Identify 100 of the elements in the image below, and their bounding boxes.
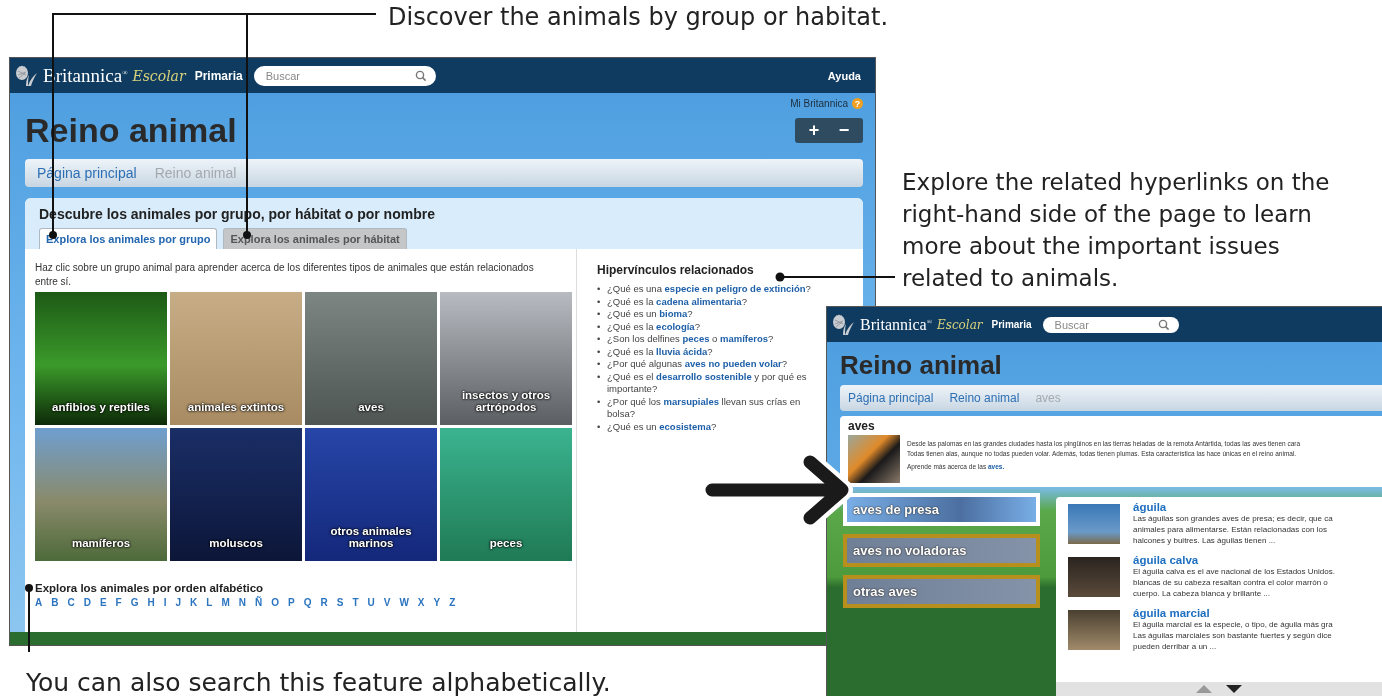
bullet-mark: • — [597, 320, 602, 333]
letter-link[interactable]: B — [51, 597, 59, 608]
letter-link[interactable]: P — [288, 597, 295, 608]
link[interactable]: lluvia ácida — [656, 345, 708, 357]
animal-group-tile[interactable]: anfibios y reptiles — [35, 292, 167, 425]
related-question: ¿Qué es la lluvia ácida? — [607, 345, 713, 358]
breadcrumb-link[interactable]: Página principal — [848, 391, 934, 405]
bullet-mark: • — [597, 370, 602, 384]
alphabet-heading: Explora los animales por orden alfabético — [35, 582, 265, 594]
animal-group-tile[interactable]: moluscos — [170, 428, 302, 561]
letter-link[interactable]: A — [35, 597, 43, 608]
bullet-mark: • — [597, 345, 602, 358]
letter-link[interactable]: U — [367, 597, 375, 608]
page-title: Reino animal — [840, 350, 1003, 381]
bullet-mark: • — [597, 358, 602, 371]
section-heading: aves — [848, 419, 876, 433]
letter-link[interactable]: G — [130, 597, 139, 608]
letter-link[interactable]: Z — [449, 597, 456, 608]
letter-link[interactable]: I — [163, 597, 167, 608]
result-description: El águila calva es el ave nacional de los Estados Unidos. blancas de su cabeza resaltan contra el color marrón o cuerpo. La cabeza blanca y brillante ... — [1133, 566, 1335, 599]
letter-link[interactable]: C — [67, 597, 75, 608]
letter-link[interactable]: E — [99, 597, 107, 608]
photo-placeholder — [1068, 504, 1120, 544]
link[interactable]: bioma — [659, 308, 688, 319]
link[interactable]: mamíferos — [720, 333, 769, 344]
link[interactable]: peces — [682, 333, 710, 344]
result-description: El águila marcial es la especie, o tipo, de águila más gra Las águilas marciales son bastante fuertes y según dice pueden derribar a un ... — [1133, 619, 1333, 652]
letter-link[interactable]: M — [221, 597, 230, 608]
zoom-button[interactable]: + — [801, 120, 827, 141]
letter-link[interactable]: V — [383, 597, 391, 608]
letter-link[interactable]: Y — [433, 597, 441, 608]
search-field[interactable]: Buscar — [253, 65, 436, 86]
scroll-down-icon[interactable] — [1226, 685, 1242, 693]
bullet-mark: • — [597, 420, 602, 433]
result-description: Las águilas son grandes aves de presa; es decir, que ca animales para alimentarse. Están relacionadas con los halcones y buitres. Las águilas tienen ... — [1133, 513, 1333, 546]
photo-placeholder — [848, 435, 900, 483]
link[interactable]: cadena alimentaria — [656, 295, 742, 307]
letter-link[interactable]: D — [83, 597, 91, 608]
account-link[interactable]: Mi Britannica — [790, 98, 848, 109]
related-question: ¿Por qué los marsupiales llevan sus crías en bolsa? — [607, 395, 802, 421]
search-field[interactable]: Buscar — [1042, 316, 1179, 333]
related-question: ¿Son los delfines peces o mamíferos? — [607, 333, 774, 346]
tab[interactable]: Explora los animales por hábitat — [223, 228, 407, 249]
category-button[interactable]: aves no voladoras — [843, 534, 1040, 567]
related-question: ¿Qué es la ecología? — [607, 320, 700, 333]
letter-link[interactable]: H — [147, 597, 155, 608]
animal-group-tile[interactable]: insectos y otros artrópodos — [440, 292, 572, 425]
link[interactable]: ecología — [656, 320, 695, 332]
brand-logo-text[interactable]: Britannica$^{®}$ — [860, 315, 932, 334]
tab[interactable]: Explora los animales por grupo — [39, 228, 218, 249]
search-icon[interactable] — [414, 69, 427, 82]
callout-text: Discover the animals by group or habitat. — [388, 2, 890, 33]
link[interactable]: marsupiales — [663, 395, 719, 407]
letter-link[interactable]: W — [399, 597, 409, 608]
letter-link[interactable]: J — [175, 597, 182, 608]
related-heading: Hipervínculos relacionados — [597, 263, 755, 277]
letter-link[interactable]: O — [271, 597, 279, 608]
category-button[interactable]: otras aves — [843, 575, 1040, 608]
related-question: ¿Qué es la cadena alimentaria? — [607, 295, 747, 308]
animal-group-tile[interactable]: otros animales marinos — [305, 428, 437, 561]
related-question: ¿Qué es el desarrollo sostenible y por qué es importante? — [607, 370, 808, 396]
breadcrumb-link[interactable]: Reino animal — [949, 391, 1020, 405]
thistle-logo-icon — [831, 312, 855, 337]
level-label: Primaria — [991, 319, 1032, 330]
search-icon[interactable] — [1157, 318, 1170, 331]
link[interactable]: aves no pueden volar — [684, 358, 782, 369]
letter-link[interactable]: K — [190, 597, 198, 608]
help-link[interactable]: Ayuda — [827, 69, 861, 82]
letter-link[interactable]: L — [206, 597, 213, 608]
bullet-mark: • — [597, 333, 602, 346]
link[interactable]: desarrollo sostenible — [656, 370, 752, 382]
zoom-button[interactable]: − — [831, 120, 857, 141]
link[interactable]: ecosistema — [659, 420, 712, 432]
related-question: ¿Qué es un bioma? — [607, 308, 693, 321]
edition-logo-text: Escolar — [936, 317, 983, 332]
animal-group-tile[interactable]: animales extintos — [170, 292, 302, 425]
callout-text: Explore the related hyperlinks on the right-hand side of the page to learn more about the important issues related to animals. — [902, 168, 1331, 293]
animal-group-tile[interactable]: mamíferos — [35, 428, 167, 561]
link[interactable]: especie en peligro de extinción — [664, 283, 806, 294]
letter-link[interactable]: R — [320, 597, 328, 608]
letter-link[interactable]: T — [352, 597, 359, 608]
letter-link[interactable]: X — [417, 597, 425, 608]
letter-link[interactable]: N — [238, 597, 246, 608]
letter-link[interactable]: Ñ — [255, 597, 263, 608]
letter-link[interactable]: F — [115, 597, 122, 608]
animal-group-tile[interactable]: peces — [440, 428, 572, 561]
bullet-mark: • — [597, 395, 602, 409]
related-question: ¿Por qué algunas aves no pueden volar? — [607, 358, 788, 371]
category-button[interactable]: aves de presa — [843, 493, 1040, 526]
animal-group-tile[interactable]: aves — [305, 292, 437, 425]
result-title-link[interactable]: águila — [1133, 501, 1333, 513]
result-title-link[interactable]: águila marcial — [1133, 607, 1333, 619]
result-title-link[interactable]: águila calva — [1133, 554, 1335, 566]
level-label: Primaria — [194, 68, 243, 83]
related-question: ¿Qué es un ecosistema? — [607, 420, 717, 433]
photo-placeholder — [1068, 557, 1120, 597]
bullet-mark: • — [597, 283, 602, 296]
letter-link[interactable]: S — [336, 597, 344, 608]
bullet-mark: • — [597, 308, 602, 321]
letter-link[interactable]: Q — [303, 597, 312, 608]
